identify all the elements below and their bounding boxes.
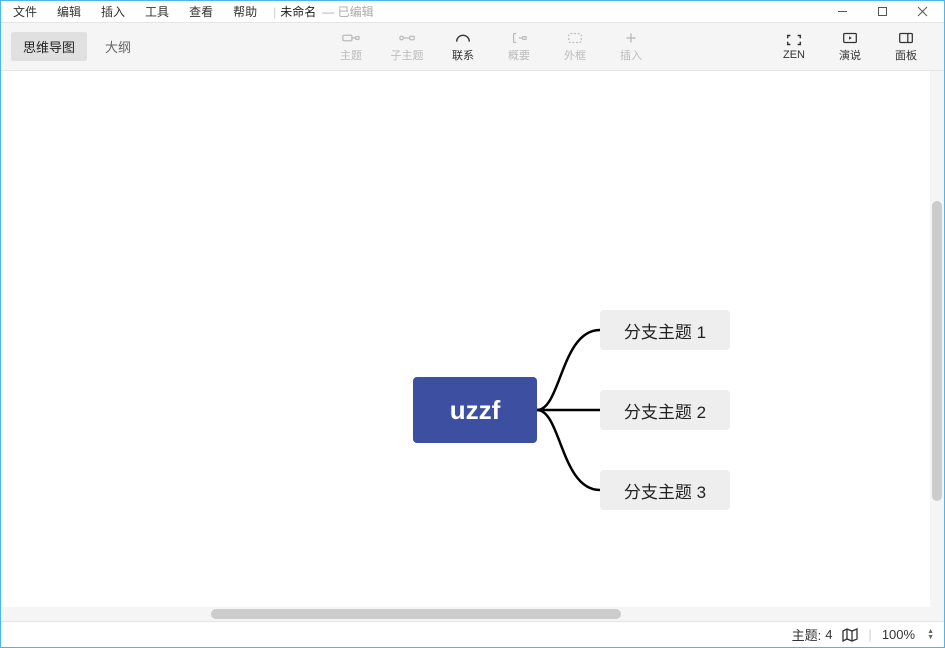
canvas-area: uzzf 分支主题 1 分支主题 2 分支主题 3: [1, 71, 944, 607]
zen-icon: [785, 33, 803, 47]
close-icon: [917, 6, 928, 17]
document-state: — 已编辑: [322, 3, 373, 20]
tool-subtopic[interactable]: 子主题: [379, 31, 435, 63]
statusbar: 主题: 4 | 100% ▲ ▼: [1, 621, 944, 647]
connectors: [1, 71, 930, 607]
panel-icon: [897, 31, 915, 45]
horizontal-scrollbar[interactable]: [1, 607, 944, 621]
vertical-scrollbar[interactable]: [930, 71, 944, 607]
branch-topic-1[interactable]: 分支主题 1: [600, 310, 730, 350]
topic-icon: [342, 31, 360, 45]
menu-edit[interactable]: 编辑: [47, 1, 91, 22]
tool-topic-label: 主题: [340, 47, 362, 63]
tool-insert[interactable]: 插入: [603, 31, 659, 63]
tool-present[interactable]: 演说: [822, 31, 878, 63]
summary-icon: [510, 31, 528, 45]
tool-topic[interactable]: 主题: [323, 31, 379, 63]
menu-insert[interactable]: 插入: [91, 1, 135, 22]
mindmap-canvas[interactable]: uzzf 分支主题 1 分支主题 2 分支主题 3: [1, 71, 930, 607]
menu-tools[interactable]: 工具: [135, 1, 179, 22]
tool-zen-label: ZEN: [783, 49, 805, 61]
menu-view[interactable]: 查看: [179, 1, 223, 22]
tab-outline[interactable]: 大纲: [93, 32, 143, 61]
status-topics-label: 主题:: [792, 625, 822, 644]
present-icon: [841, 31, 859, 45]
central-topic[interactable]: uzzf: [413, 377, 537, 443]
tool-boundary[interactable]: 外框: [547, 31, 603, 63]
menu-file[interactable]: 文件: [3, 1, 47, 22]
branch-topic-2[interactable]: 分支主题 2: [600, 390, 730, 430]
tool-panel-label: 面板: [895, 47, 917, 63]
titlebar: 文件 编辑 插入 工具 查看 帮助 | 未命名 — 已编辑: [1, 1, 944, 23]
boundary-icon: [566, 31, 584, 45]
tool-summary-label: 概要: [508, 47, 530, 63]
window-maximize-button[interactable]: [862, 1, 902, 23]
tool-relation[interactable]: 联系: [435, 31, 491, 63]
horizontal-scroll-thumb[interactable]: [211, 609, 621, 619]
tool-panel[interactable]: 面板: [878, 31, 934, 63]
subtopic-icon: [398, 31, 416, 45]
tool-relation-label: 联系: [452, 47, 474, 63]
branch-topic-3[interactable]: 分支主题 3: [600, 470, 730, 510]
window-minimize-button[interactable]: [822, 1, 862, 23]
tool-summary[interactable]: 概要: [491, 31, 547, 63]
relation-icon: [454, 31, 472, 45]
toolbar: 思维导图 大纲 主题 子主题 联系 概要 外框 插入: [1, 23, 944, 71]
zoom-level[interactable]: 100%: [882, 627, 915, 642]
status-sep: |: [868, 627, 871, 642]
status-topics-count: 4: [825, 627, 832, 642]
tool-boundary-label: 外框: [564, 47, 586, 63]
title-sep: |: [273, 5, 276, 19]
tool-present-label: 演说: [839, 47, 861, 63]
zoom-down-icon[interactable]: ▼: [927, 635, 934, 641]
maximize-icon: [877, 6, 888, 17]
minimize-icon: [837, 6, 848, 17]
document-name: 未命名: [280, 3, 316, 20]
menu-help[interactable]: 帮助: [223, 1, 267, 22]
plus-icon: [622, 31, 640, 45]
vertical-scroll-thumb[interactable]: [932, 201, 942, 501]
tool-zen[interactable]: ZEN: [766, 31, 822, 63]
window-close-button[interactable]: [902, 1, 942, 23]
tool-subtopic-label: 子主题: [391, 47, 424, 63]
zoom-stepper[interactable]: ▲ ▼: [927, 629, 934, 641]
map-icon[interactable]: [842, 628, 858, 642]
tool-insert-label: 插入: [620, 47, 642, 63]
tab-mindmap[interactable]: 思维导图: [11, 32, 87, 61]
